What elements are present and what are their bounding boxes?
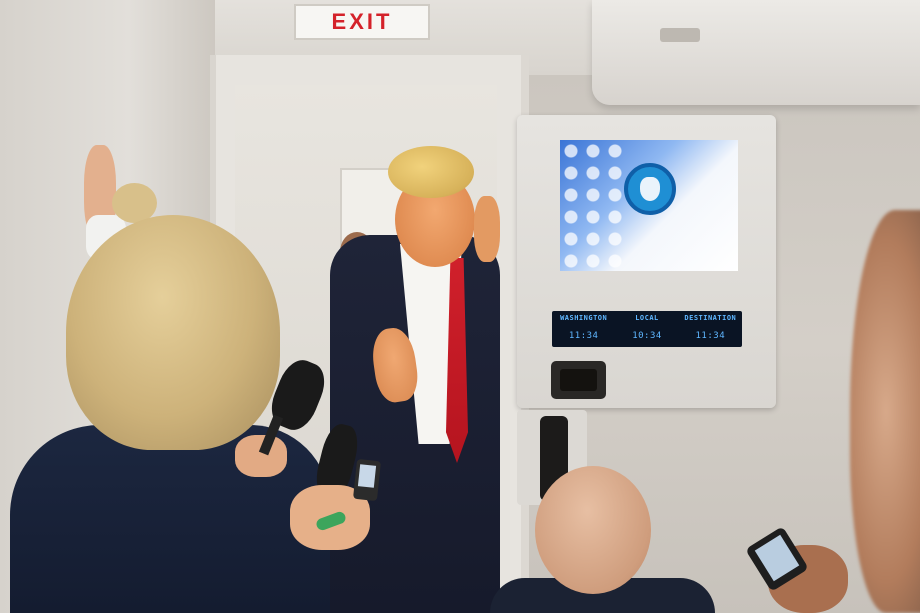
recorder-phone-screen [357,464,377,488]
clock-label-row: WASHINGTON LOCAL DESTINATION [552,314,742,322]
clock-time-local: 10:34 [632,331,662,341]
reporter-hand-mic [235,435,287,477]
clock-time-row: 11:34 10:34 11:34 [552,331,742,341]
clock-time-destination: 11:34 [695,331,726,341]
bald-man-head [535,466,651,594]
switch-button [560,369,597,391]
exit-sign: EXIT [294,4,430,40]
presidential-seal-icon [624,163,676,215]
reporter-blonde-hair [66,215,280,450]
clock-time-washington: 11:34 [568,331,599,341]
speaker-hand-on-door [474,196,500,262]
clock-label-washington: WASHINGTON [560,314,608,322]
clock-label-local: LOCAL [635,314,659,322]
screen-star-pattern [560,140,630,271]
wall-switch [551,361,606,399]
clock-label-destination: DESTINATION [684,314,737,322]
clock-display: WASHINGTON LOCAL DESTINATION 11:34 10:34… [552,311,742,347]
aircraft-cabin-photo: EXIT WASHINGTON LOCAL DESTINATION 11:34 … [0,0,920,613]
speaker-hair [388,146,474,198]
air-vent-icon [660,28,700,42]
eagle-icon [640,177,660,201]
overhead-bin [592,0,920,105]
